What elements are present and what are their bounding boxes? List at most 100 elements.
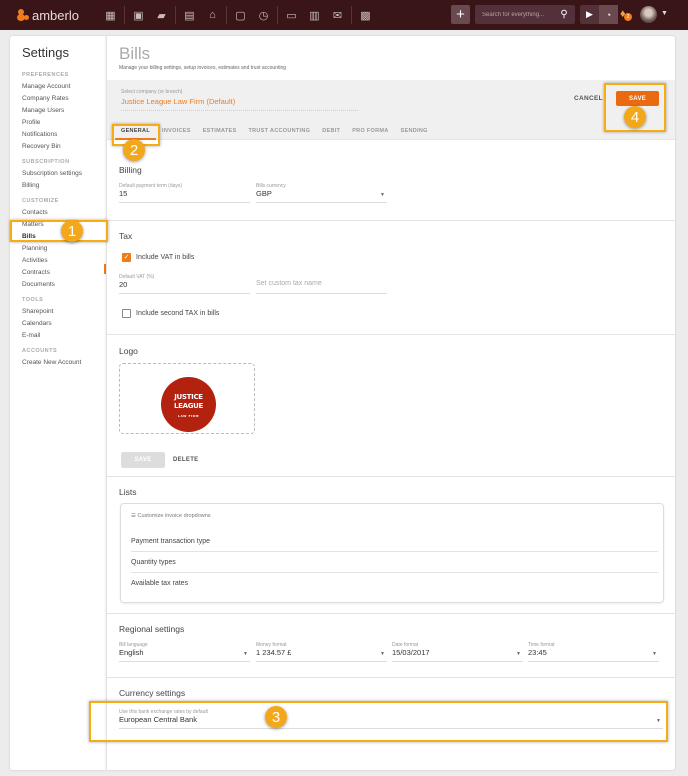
logo-delete-button[interactable]: DELETE bbox=[173, 452, 198, 468]
include-vat-checkbox[interactable]: ✓ bbox=[122, 253, 131, 262]
file-edit-icon[interactable]: ▥ bbox=[303, 0, 326, 30]
money-format-select[interactable]: Money format 1 234.57 £ ▼ bbox=[256, 642, 387, 662]
sidebar-item-recovery-bin[interactable]: Recovery Bin bbox=[22, 141, 106, 153]
sidebar-item-e-mail[interactable]: E-mail bbox=[22, 330, 106, 342]
logo-save-button[interactable]: SAVE bbox=[121, 452, 165, 468]
bills-icon[interactable]: ▤ bbox=[178, 0, 201, 30]
sidebar-item-contracts[interactable]: Contracts bbox=[22, 267, 106, 279]
time-tracking-icon[interactable]: ◷ bbox=[252, 0, 275, 30]
date-format-select[interactable]: Date format 15/03/2017 ▼ bbox=[392, 642, 523, 662]
sidebar-item-company-rates[interactable]: Company Rates bbox=[22, 93, 106, 105]
tab-trust-accounting[interactable]: TRUST ACCOUNTING bbox=[242, 127, 316, 140]
sidebar-item-profile[interactable]: Profile bbox=[22, 117, 106, 129]
sidebar-item-planning[interactable]: Planning bbox=[22, 243, 106, 255]
sidebar-group-accounts: ACCOUNTS bbox=[22, 348, 58, 354]
custom-tax-placeholder: Set custom tax name bbox=[256, 280, 322, 287]
save-button[interactable]: SAVE bbox=[616, 91, 659, 106]
sidebar-item-activities[interactable]: Activities bbox=[22, 255, 106, 267]
chevron-down-icon[interactable]: ▼ bbox=[661, 10, 668, 17]
currency-settings-section: Currency settings Use this bank exchange… bbox=[107, 678, 675, 770]
lists-card: ☰ Customize invoice dropdowns Payment tr… bbox=[120, 503, 664, 603]
step-badge-3: 3 bbox=[265, 706, 287, 728]
payment-term-field[interactable]: Default payment term (days) 15 bbox=[119, 183, 250, 203]
email-icon[interactable]: ✉ bbox=[326, 0, 349, 30]
top-navigation-bar: amberlo ▦ ▣ ▰ ▤ ⌂ ▢ ◷ ▭ ▥ ✉ ▩ + ⚲ ▶ ◔ ♦ … bbox=[0, 0, 688, 30]
trust-accounting-icon[interactable]: ⌂ bbox=[201, 0, 224, 30]
currency-value: GBP bbox=[256, 189, 272, 198]
lists-title: Lists bbox=[119, 487, 137, 497]
payment-term-value: 15 bbox=[119, 189, 128, 198]
page-subtitle: Manage your billing settings, setup invo… bbox=[119, 65, 287, 71]
stopwatch-icon[interactable]: ◔ bbox=[599, 5, 618, 24]
sidebar-item-subscription-settings[interactable]: Subscription settings bbox=[22, 168, 106, 180]
settings-tabs: GENERAL INVOICES ESTIMATES TRUST ACCOUNT… bbox=[115, 127, 434, 140]
logo-title: Logo bbox=[119, 346, 138, 356]
step-badge-1: 1 bbox=[61, 220, 83, 242]
tab-debit[interactable]: DEBIT bbox=[316, 127, 346, 140]
timer-controls: ▶ ◔ bbox=[580, 5, 618, 24]
sidebar-item-contacts[interactable]: Contacts bbox=[22, 207, 106, 219]
bills-currency-select[interactable]: Bills currency GBP ▼ bbox=[256, 183, 387, 203]
play-timer-icon[interactable]: ▶ bbox=[580, 5, 599, 24]
payment-term-label: Default payment term (days) bbox=[119, 183, 183, 189]
sidebar-item-billing[interactable]: Billing bbox=[22, 180, 106, 192]
calendar-icon[interactable]: ▢ bbox=[229, 0, 252, 30]
cancel-button[interactable]: CANCEL bbox=[574, 95, 603, 102]
contacts-icon[interactable]: ▣ bbox=[127, 0, 150, 30]
logo-section: Logo JUSTICE LEAGUE LAW FIRM SAVE DELETE bbox=[107, 335, 675, 477]
list-item-available-tax-rates[interactable]: Available tax rates bbox=[131, 573, 658, 594]
tab-general[interactable]: GENERAL bbox=[115, 127, 156, 140]
company-label: Select company (or branch) bbox=[121, 89, 183, 95]
add-new-button[interactable]: + bbox=[451, 5, 470, 24]
custom-tax-name-input[interactable]: Set custom tax name bbox=[256, 274, 387, 294]
sidebar-item-notifications[interactable]: Notifications bbox=[22, 129, 106, 141]
regional-settings-section: Regional settings Bill language English … bbox=[107, 614, 675, 678]
second-tax-checkbox[interactable] bbox=[122, 309, 131, 318]
sidebar-item-create-new-account[interactable]: Create New Account bbox=[22, 357, 106, 369]
time-format-select[interactable]: Time format 23:45 ▼ bbox=[528, 642, 659, 662]
list-item-quantity-types[interactable]: Quantity types bbox=[131, 552, 658, 573]
tab-invoices[interactable]: INVOICES bbox=[156, 127, 197, 140]
tab-sending[interactable]: SENDING bbox=[395, 127, 434, 140]
documents-icon[interactable]: ▭ bbox=[280, 0, 303, 30]
divider bbox=[124, 6, 125, 24]
tab-pro-forma[interactable]: PRO FORMA bbox=[346, 127, 394, 140]
sidebar-item-documents[interactable]: Documents bbox=[22, 279, 106, 291]
regional-title: Regional settings bbox=[119, 624, 185, 634]
step-badge-4: 4 bbox=[624, 106, 646, 128]
settings-sidebar: Settings PREFERENCES Manage Account Compan… bbox=[10, 36, 106, 770]
currency-title: Currency settings bbox=[119, 688, 186, 698]
company-select[interactable]: Justice League Law Firm (Default) bbox=[121, 97, 358, 111]
tax-section: Tax ✓ Include VAT in bills Default VAT (… bbox=[107, 221, 675, 335]
logo-upload-area[interactable]: JUSTICE LEAGUE LAW FIRM bbox=[119, 363, 255, 434]
search-icon[interactable]: ⚲ bbox=[553, 5, 575, 24]
notifications-bell-icon[interactable]: ♦ 2 bbox=[620, 8, 632, 22]
matters-icon[interactable]: ▰ bbox=[150, 0, 173, 30]
lists-section: Lists ☰ Customize invoice dropdowns Paym… bbox=[107, 477, 675, 614]
list-item-payment-transaction-type[interactable]: Payment transaction type bbox=[131, 531, 658, 552]
reports-icon[interactable]: ▩ bbox=[354, 0, 377, 30]
second-tax-label: Include second TAX in bills bbox=[136, 310, 220, 317]
sidebar-item-calendars[interactable]: Calendars bbox=[22, 318, 106, 330]
page-title: Bills bbox=[119, 44, 151, 63]
sidebar-item-manage-account[interactable]: Manage Account bbox=[22, 81, 106, 93]
sidebar-item-sharepoint[interactable]: Sharepoint bbox=[22, 306, 106, 318]
company-logo-image: JUSTICE LEAGUE LAW FIRM bbox=[161, 377, 216, 432]
search-input[interactable] bbox=[475, 11, 553, 18]
sidebar-group-subscription: SUBSCRIPTION bbox=[22, 159, 70, 165]
default-vat-field[interactable]: Default VAT (%) 20 bbox=[119, 274, 250, 294]
chevron-down-icon: ▼ bbox=[380, 651, 385, 657]
chevron-down-icon: ▼ bbox=[656, 718, 661, 724]
brand-logo[interactable]: amberlo bbox=[17, 8, 97, 23]
user-avatar[interactable] bbox=[640, 6, 657, 23]
exchange-bank-select[interactable]: Use this bank exchange rates by default … bbox=[119, 709, 663, 729]
sidebar-item-manage-users[interactable]: Manage Users bbox=[22, 105, 106, 117]
default-vat-value: 20 bbox=[119, 280, 128, 289]
bill-language-select[interactable]: Bill language English ▼ bbox=[119, 642, 250, 662]
sidebar-menu: PREFERENCES Manage Account Company Rates Ma… bbox=[22, 66, 106, 369]
dashboard-icon[interactable]: ▦ bbox=[99, 0, 122, 30]
billing-title: Billing bbox=[119, 165, 142, 175]
sidebar-title: Settings bbox=[22, 45, 69, 60]
sidebar-group-customize: CUSTOMIZE bbox=[22, 198, 59, 204]
tab-estimates[interactable]: ESTIMATES bbox=[197, 127, 243, 140]
